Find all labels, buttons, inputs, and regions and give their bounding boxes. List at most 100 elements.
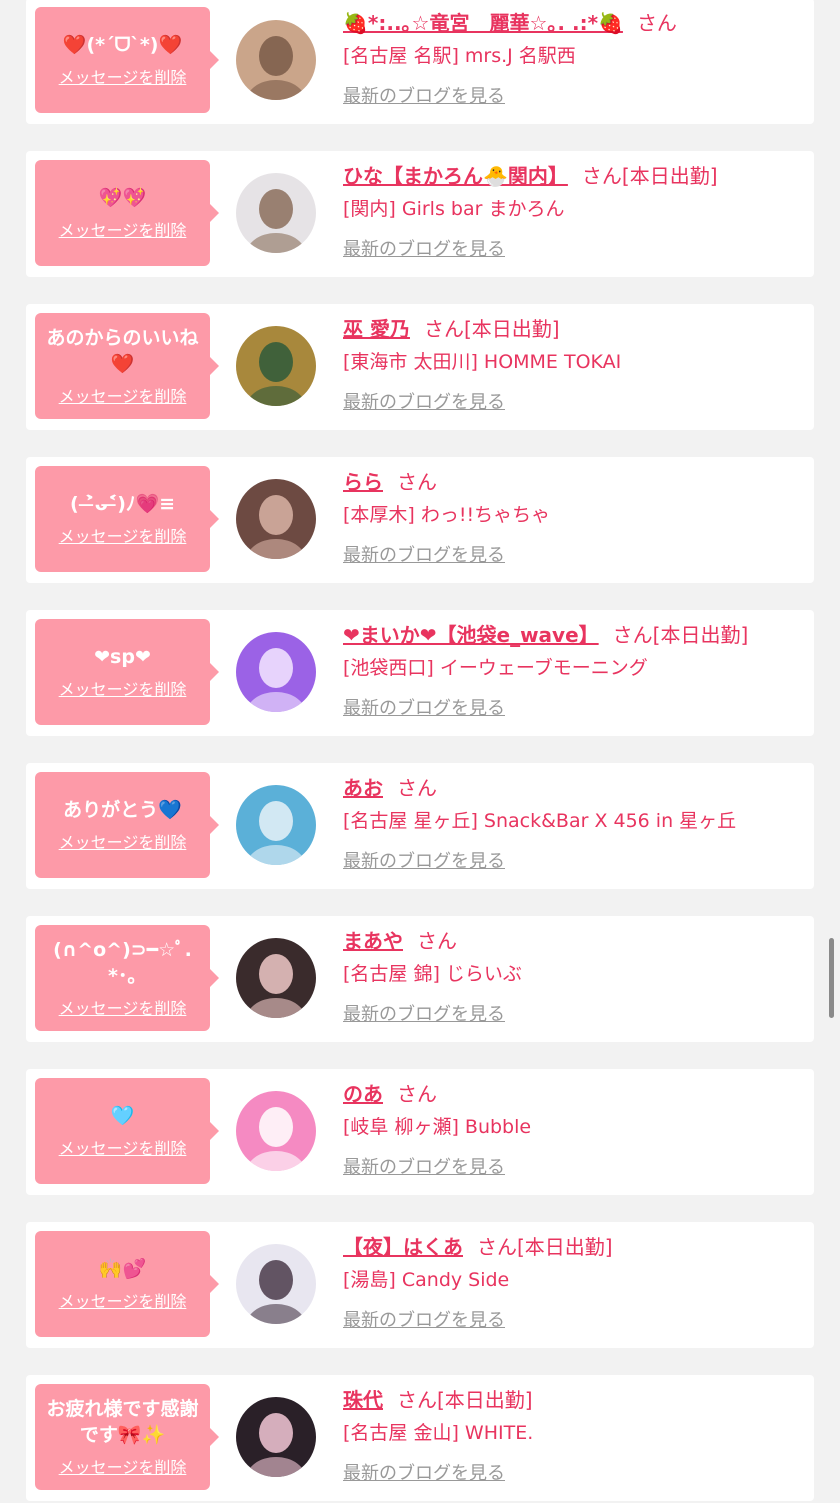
delete-message-link[interactable]: メッセージを削除 <box>59 383 187 407</box>
message-card: ( ˃̶̀ᴗ˂̶́)ﾉ💗≡ メッセージを削除 らら さん [本厚木] わっ!!ちゃ… <box>26 457 814 583</box>
honorific: さん <box>423 317 464 341</box>
avatar[interactable] <box>236 20 316 100</box>
avatar[interactable] <box>236 173 316 253</box>
avatar[interactable] <box>236 479 316 559</box>
message-card: ❤sp❤ メッセージを削除 ❤まいか❤【池袋e_wave】 さん[本日出勤] [池… <box>26 610 814 736</box>
delete-message-link[interactable]: メッセージを削除 <box>59 676 187 700</box>
view-latest-blog-link[interactable]: 最新のブログを見る <box>343 235 505 261</box>
message-card: 💖💖 メッセージを削除 ひな【まかろん🐣関内】 さん[本日出勤] [関内] Gir… <box>26 151 814 277</box>
profile-info: 珠代 さん[本日出勤] [名古屋 金山] WHITE. 最新のブログを見る <box>343 1383 803 1485</box>
scrollbar[interactable] <box>829 938 834 1018</box>
cast-name-link[interactable]: のあ <box>343 1082 383 1106</box>
work-status: [本日出勤] <box>517 1235 613 1259</box>
message-text: 💖💖 <box>98 187 147 209</box>
honorific: さん <box>397 776 437 800</box>
avatar-image <box>236 326 316 406</box>
honorific: さん <box>636 11 677 35</box>
avatar[interactable] <box>236 938 316 1018</box>
view-latest-blog-link[interactable]: 最新のブログを見る <box>343 1000 505 1026</box>
message-bubble: あのからのいいね❤️ メッセージを削除 <box>35 313 219 419</box>
view-latest-blog-link[interactable]: 最新のブログを見る <box>343 541 505 567</box>
message-card: (∩^o^)⊃━☆ﾟ.*･｡ メッセージを削除 まあや さん [名古屋 錦] じら… <box>26 916 814 1042</box>
message-bubble: 💖💖 メッセージを削除 <box>35 160 219 266</box>
message-text: お疲れ様です感謝です🎀✨ <box>46 1398 199 1446</box>
message-bubble: 🙌💕 メッセージを削除 <box>35 1231 219 1337</box>
honorific: さん <box>581 164 622 188</box>
shop-info: [池袋西口] イーウェーブモーニング <box>343 657 648 679</box>
avatar-image <box>236 632 316 712</box>
delete-message-link[interactable]: メッセージを削除 <box>59 1135 187 1159</box>
message-text: 🩵 <box>110 1105 135 1127</box>
shop-info: [名古屋 星ヶ丘] Snack&Bar X 456 in 星ヶ丘 <box>343 810 737 832</box>
cast-name-link[interactable]: ひな【まかろん🐣関内】 <box>343 164 568 188</box>
cast-name-link[interactable]: あお <box>343 776 383 800</box>
message-text: ❤sp❤ <box>94 646 151 668</box>
avatar-image <box>236 938 316 1018</box>
view-latest-blog-link[interactable]: 最新のブログを見る <box>343 388 505 414</box>
avatar[interactable] <box>236 632 316 712</box>
honorific: さん <box>397 1082 437 1106</box>
cast-name-link[interactable]: 🍓*:..｡☆竜宮 麗華☆｡. .:*🍓 <box>343 11 623 35</box>
honorific: さん <box>417 929 457 953</box>
cast-name-link[interactable]: らら <box>343 470 383 494</box>
shop-info: [関内] Girls bar まかろん <box>343 198 565 220</box>
profile-info: あお さん [名古屋 星ヶ丘] Snack&Bar X 456 in 星ヶ丘 最新… <box>343 771 803 873</box>
avatar[interactable] <box>236 1244 316 1324</box>
shop-info: [東海市 太田川] HOMME TOKAI <box>343 351 622 373</box>
avatar-image <box>236 20 316 100</box>
delete-message-link[interactable]: メッセージを削除 <box>59 1454 187 1478</box>
profile-info: まあや さん [名古屋 錦] じらいぶ 最新のブログを見る <box>343 924 803 1026</box>
message-card: 🩵 メッセージを削除 のあ さん [岐阜 柳ヶ瀬] Bubble 最新のブログを見… <box>26 1069 814 1195</box>
message-text: ありがとう💙 <box>63 799 182 821</box>
avatar-image <box>236 479 316 559</box>
view-latest-blog-link[interactable]: 最新のブログを見る <box>343 82 505 108</box>
message-card: ありがとう💙 メッセージを削除 あお さん [名古屋 星ヶ丘] Snack&Bar… <box>26 763 814 889</box>
message-bubble: お疲れ様です感謝です🎀✨ メッセージを削除 <box>35 1384 219 1490</box>
delete-message-link[interactable]: メッセージを削除 <box>59 64 187 88</box>
work-status: [本日出勤] <box>463 317 560 341</box>
message-card: 🙌💕 メッセージを削除 【夜】はくあ さん[本日出勤] [湯島] Candy Si… <box>26 1222 814 1348</box>
avatar[interactable] <box>236 785 316 865</box>
avatar[interactable] <box>236 326 316 406</box>
avatar[interactable] <box>236 1091 316 1171</box>
message-bubble: (∩^o^)⊃━☆ﾟ.*･｡ メッセージを削除 <box>35 925 219 1031</box>
avatar-image <box>236 1244 316 1324</box>
delete-message-link[interactable]: メッセージを削除 <box>59 995 187 1019</box>
message-bubble: ありがとう💙 メッセージを削除 <box>35 772 219 878</box>
view-latest-blog-link[interactable]: 最新のブログを見る <box>343 1306 505 1332</box>
message-text: あのからのいいね❤️ <box>46 327 199 375</box>
cast-name-link[interactable]: 【夜】はくあ <box>343 1235 463 1259</box>
view-latest-blog-link[interactable]: 最新のブログを見る <box>343 694 505 720</box>
shop-info: [名古屋 錦] じらいぶ <box>343 963 522 985</box>
avatar-image <box>236 785 316 865</box>
profile-info: 🍓*:..｡☆竜宮 麗華☆｡. .:*🍓 さん [名古屋 名駅] mrs.J 名駅… <box>343 6 803 108</box>
message-text: ❤️(*ˊᗜˋ*)❤️ <box>62 34 183 56</box>
cast-name-link[interactable]: 珠代 <box>343 1388 383 1412</box>
avatar[interactable] <box>236 1397 316 1477</box>
work-status: [本日出勤] <box>621 164 718 188</box>
cast-name-link[interactable]: まあや <box>343 929 403 953</box>
profile-info: のあ さん [岐阜 柳ヶ瀬] Bubble 最新のブログを見る <box>343 1077 803 1179</box>
delete-message-link[interactable]: メッセージを削除 <box>59 523 187 547</box>
delete-message-link[interactable]: メッセージを削除 <box>59 1288 187 1312</box>
message-text: (∩^o^)⊃━☆ﾟ.*･｡ <box>53 939 192 987</box>
message-text: ( ˃̶̀ᴗ˂̶́)ﾉ💗≡ <box>69 493 176 515</box>
profile-info: 【夜】はくあ さん[本日出勤] [湯島] Candy Side 最新のブログを見る <box>343 1230 803 1332</box>
view-latest-blog-link[interactable]: 最新のブログを見る <box>343 847 505 873</box>
avatar-image <box>236 1397 316 1477</box>
honorific: さん <box>397 1388 437 1412</box>
avatar-image <box>236 1091 316 1171</box>
honorific: さん <box>612 623 653 647</box>
cast-name-link[interactable]: 巫 愛乃 <box>343 317 410 341</box>
delete-message-link[interactable]: メッセージを削除 <box>59 829 187 853</box>
delete-message-link[interactable]: メッセージを削除 <box>59 217 187 241</box>
profile-info: ひな【まかろん🐣関内】 さん[本日出勤] [関内] Girls bar まかろん … <box>343 159 803 261</box>
message-card: ❤️(*ˊᗜˋ*)❤️ メッセージを削除 🍓*:..｡☆竜宮 麗華☆｡. .:*… <box>26 0 814 124</box>
profile-info: らら さん [本厚木] わっ!!ちゃちゃ 最新のブログを見る <box>343 465 803 567</box>
cast-name-link[interactable]: ❤まいか❤【池袋e_wave】 <box>343 623 599 647</box>
shop-info: [本厚木] わっ!!ちゃちゃ <box>343 504 551 526</box>
view-latest-blog-link[interactable]: 最新のブログを見る <box>343 1153 505 1179</box>
message-card: お疲れ様です感謝です🎀✨ メッセージを削除 珠代 さん[本日出勤] [名古屋 金山… <box>26 1375 814 1501</box>
message-card: あのからのいいね❤️ メッセージを削除 巫 愛乃 さん[本日出勤] [東海市 太田… <box>26 304 814 430</box>
view-latest-blog-link[interactable]: 最新のブログを見る <box>343 1459 505 1485</box>
